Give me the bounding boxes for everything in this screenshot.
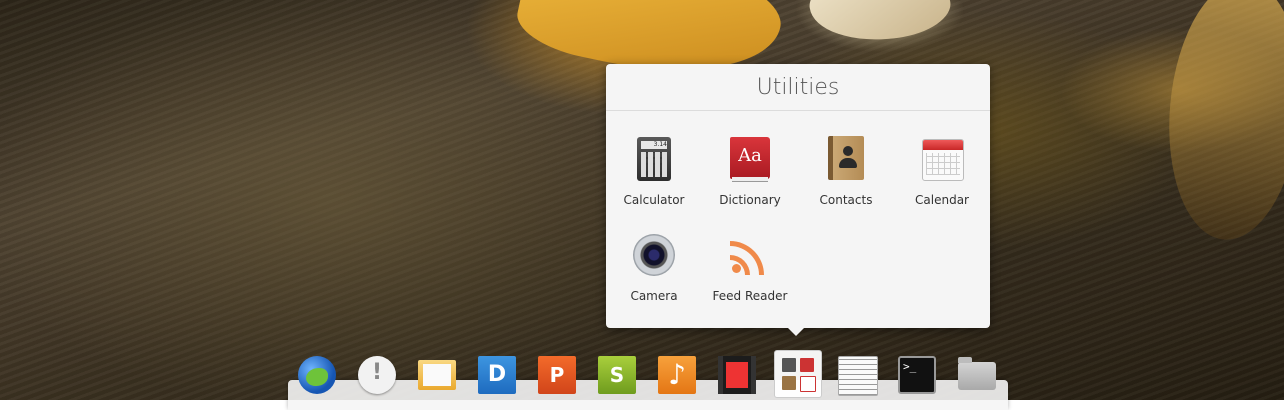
contacts-icon bbox=[822, 135, 870, 183]
app-dictionary[interactable]: Aa Dictionary bbox=[702, 135, 798, 207]
dock-item-web-browser[interactable] bbox=[294, 352, 340, 398]
dock-item-video-player[interactable] bbox=[714, 352, 760, 398]
dock-item-music[interactable]: ♪ bbox=[654, 352, 700, 398]
camera-icon bbox=[630, 231, 678, 279]
app-label: Calculator bbox=[623, 193, 685, 207]
dock-item-chat[interactable]: ! bbox=[354, 352, 400, 398]
app-camera[interactable]: Camera bbox=[606, 231, 702, 303]
music-icon: ♪ bbox=[658, 356, 696, 394]
web-browser-icon bbox=[298, 356, 336, 394]
utilities-popover: Utilities 3.14 Calculator Aa Dictionary … bbox=[606, 64, 990, 336]
dock-item-text-editor[interactable] bbox=[834, 352, 880, 398]
dock-item-utilities-folder[interactable] bbox=[774, 350, 822, 398]
app-label: Calendar bbox=[915, 193, 969, 207]
terminal-icon: >_ bbox=[898, 356, 936, 394]
app-label: Feed Reader bbox=[712, 289, 788, 303]
dock-item-spreadsheet[interactable]: S bbox=[594, 352, 640, 398]
dock-item-mail[interactable] bbox=[414, 352, 460, 398]
dock-item-presentation[interactable]: P bbox=[534, 352, 580, 398]
calendar-icon bbox=[918, 135, 966, 183]
popover-title: Utilities bbox=[606, 64, 990, 111]
dock-item-document-editor[interactable]: D bbox=[474, 352, 520, 398]
wallpaper-leaf bbox=[1158, 0, 1284, 246]
feed-reader-icon bbox=[726, 231, 774, 279]
app-calendar[interactable]: Calendar bbox=[894, 135, 990, 207]
video-player-icon bbox=[718, 356, 756, 394]
document-editor-icon: D bbox=[478, 356, 516, 394]
app-label: Camera bbox=[630, 289, 678, 303]
app-calculator[interactable]: 3.14 Calculator bbox=[606, 135, 702, 207]
app-feed-reader[interactable]: Feed Reader bbox=[702, 231, 798, 303]
wallpaper-leaf bbox=[805, 0, 955, 50]
dictionary-icon: Aa bbox=[726, 135, 774, 183]
app-label: Dictionary bbox=[719, 193, 781, 207]
chat-icon: ! bbox=[358, 356, 396, 394]
utilities-folder-icon bbox=[779, 355, 817, 393]
spreadsheet-icon: S bbox=[598, 356, 636, 394]
dock-item-terminal[interactable]: >_ bbox=[894, 352, 940, 398]
home-folder-icon bbox=[958, 357, 996, 390]
text-editor-icon bbox=[838, 356, 878, 396]
presentation-icon: P bbox=[538, 356, 576, 394]
calculator-icon: 3.14 bbox=[630, 135, 678, 183]
mail-icon bbox=[418, 360, 456, 390]
dock-item-home-folder[interactable] bbox=[954, 352, 1000, 398]
app-contacts[interactable]: Contacts bbox=[798, 135, 894, 207]
app-label: Contacts bbox=[819, 193, 873, 207]
